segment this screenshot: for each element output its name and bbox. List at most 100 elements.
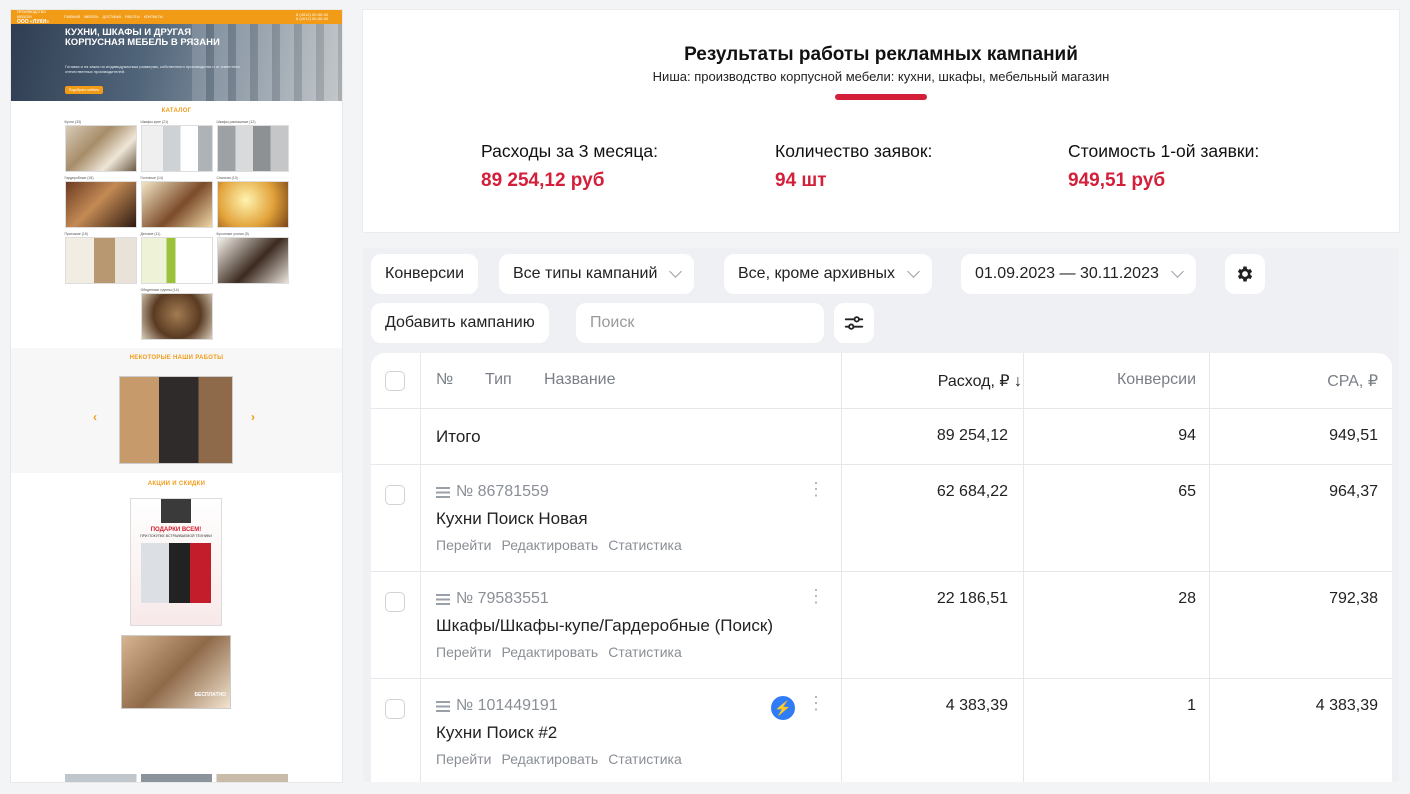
search-placeholder: Поиск — [590, 314, 635, 331]
link-open[interactable]: Перейти — [436, 537, 491, 553]
date-range-picker[interactable]: 01.09.2023 — 30.11.2023 — [961, 254, 1196, 294]
site-promo-banner-image — [141, 543, 211, 603]
catalog-item[interactable]: Шкафы распашные (12) — [216, 120, 289, 172]
total-label: Итого — [436, 427, 481, 446]
campaign-types-dropdown[interactable]: Все типы кампаний — [499, 254, 695, 294]
row-checkbox[interactable] — [385, 485, 405, 505]
metric-leads: Количество заявок: 94 шт — [775, 141, 932, 192]
search-input[interactable]: Поиск — [576, 303, 824, 343]
row-checkbox[interactable] — [385, 592, 405, 612]
add-campaign-label: Добавить кампанию — [385, 314, 535, 331]
conversions-button[interactable]: Конверсии — [371, 254, 479, 294]
row-cpa: 4 383,39 — [1315, 697, 1378, 714]
site-promo-banner-2[interactable]: БЕСПЛАТНО — [121, 635, 231, 709]
campaign-types-label: Все типы кампаний — [513, 265, 658, 282]
table-row: № 86781559 ⋮ Кухни Поиск Новая Перейти Р… — [371, 465, 1392, 572]
site-nav-item[interactable]: ДОСТАВКА — [103, 15, 122, 19]
add-campaign-button[interactable]: Добавить кампанию — [371, 303, 549, 343]
header-conversions[interactable]: Конверсии — [1117, 371, 1196, 389]
header-spend[interactable]: Расход, ₽ ↓ — [938, 371, 1022, 391]
site-bottom-photos — [65, 774, 288, 782]
metric-cpl-value: 949,51 руб — [1068, 170, 1166, 191]
row-checkbox[interactable] — [385, 699, 405, 719]
chevron-left-icon[interactable]: ‹ — [93, 410, 97, 424]
table-row: № 79583551 ⋮ Шкафы/Шкафы-купе/Гардеробны… — [371, 572, 1392, 679]
header-number[interactable]: № — [436, 371, 453, 389]
settings-button[interactable] — [1225, 254, 1265, 294]
row-conversions: 1 — [1187, 697, 1196, 714]
header-cpa[interactable]: CPA, ₽ — [1327, 371, 1378, 391]
chevron-right-icon[interactable]: › — [251, 410, 255, 424]
site-hero-button[interactable]: Подобрать мебель — [65, 86, 103, 94]
campaign-name[interactable]: Шкафы/Шкафы-купе/Гардеробные (Поиск) — [436, 616, 773, 636]
filter-button[interactable] — [834, 303, 874, 343]
campaign-name[interactable]: Кухни Поиск Новая — [436, 509, 588, 529]
row-cpa: 964,37 — [1329, 483, 1378, 500]
header-name[interactable]: Название — [544, 371, 616, 389]
catalog-item[interactable]: Прихожие (15) — [64, 232, 137, 284]
lex-logo — [161, 499, 191, 523]
archive-filter-dropdown[interactable]: Все, кроме архивных — [724, 254, 932, 294]
catalog-item-photo — [140, 181, 213, 228]
campaigns-table: № Тип Название Расход, ₽ ↓ Конверсии CPA… — [371, 353, 1392, 782]
link-open[interactable]: Перейти — [436, 644, 491, 660]
site-catalog-grid: Кухни (33) Шкафы-купе (21) Шкафы распашные… — [11, 120, 342, 340]
more-icon[interactable]: ⋮ — [807, 587, 825, 605]
total-conversions: 94 — [1178, 427, 1196, 444]
catalog-item-photo — [140, 125, 213, 172]
link-edit[interactable]: Редактировать — [501, 644, 598, 660]
catalog-item[interactable]: Кухонные уголки (9) — [216, 232, 289, 284]
site-logo[interactable]: ПРОИЗВОДСТВО МЕБЕЛИ ООО «ЛУКИ» — [17, 10, 59, 25]
campaign-id[interactable]: № 86781559 — [436, 483, 549, 501]
select-all-checkbox[interactable] — [385, 371, 405, 391]
campaign-name[interactable]: Кухни Поиск #2 — [436, 723, 557, 743]
catalog-item[interactable]: Обеденные группы (14) — [140, 288, 213, 340]
catalog-item[interactable]: Шкафы-купе (21) — [140, 120, 213, 172]
link-stats[interactable]: Статистика — [608, 751, 682, 767]
catalog-item-photo — [216, 125, 289, 172]
campaign-id-value: № 79583551 — [456, 590, 549, 607]
metric-spend-label: Расходы за 3 месяца: — [481, 141, 658, 161]
site-phone[interactable]: 8 (4912) 00-00-00 — [296, 17, 336, 21]
catalog-item[interactable]: Детские (11) — [140, 232, 213, 284]
campaign-links: Перейти Редактировать Статистика — [436, 751, 682, 767]
site-nav-item[interactable]: ГЛАВНАЯ — [64, 15, 80, 19]
metric-spend-value: 89 254,12 руб — [481, 170, 605, 191]
link-stats[interactable]: Статистика — [608, 644, 682, 660]
table-header: № Тип Название Расход, ₽ ↓ Конверсии CPA… — [371, 353, 1392, 409]
site-promo-banner[interactable]: ПОДАРКИ ВСЕМ! ПРИ ПОКУПКЕ ВСТРАИВАЕМОЙ Т… — [130, 498, 222, 626]
campaign-id[interactable]: № 79583551 — [436, 590, 549, 608]
text-campaign-icon — [436, 700, 450, 712]
site-nav-item[interactable]: РАБОТЫ — [125, 15, 140, 19]
catalog-item-photo — [140, 293, 213, 340]
header-type[interactable]: Тип — [485, 371, 512, 389]
sliders-icon — [844, 316, 864, 330]
site-promo-title: АКЦИИ И СКИДКИ — [147, 481, 206, 487]
link-edit[interactable]: Редактировать — [501, 537, 598, 553]
campaign-links: Перейти Редактировать Статистика — [436, 537, 682, 553]
site-hero: КУХНИ, ШКАФЫ И ДРУГАЯ КОРПУСНАЯ МЕБЕЛЬ В… — [11, 24, 342, 101]
site-nav-item[interactable]: КОНТАКТЫ — [144, 15, 163, 19]
lightning-icon[interactable]: ⚡ — [771, 696, 795, 720]
more-icon[interactable]: ⋮ — [807, 480, 825, 498]
catalog-item[interactable]: Гостиные (14) — [140, 176, 213, 228]
site-catalog: КАТАЛОГ Кухни (33) Шкафы-купе (21) Шкафы р… — [11, 101, 342, 340]
catalog-item[interactable]: Кухни (33) — [64, 120, 137, 172]
catalog-item[interactable]: Спальни (10) — [216, 176, 289, 228]
results-card: Результаты работы рекламных кампаний Ниш… — [363, 10, 1399, 232]
site-topbar: ПРОИЗВОДСТВО МЕБЕЛИ ООО «ЛУКИ» ГЛАВНАЯ М… — [11, 10, 342, 24]
link-stats[interactable]: Статистика — [608, 537, 682, 553]
link-open[interactable]: Перейти — [436, 751, 491, 767]
metric-cpl: Стоимость 1-ой заявки: 949,51 руб — [1068, 141, 1259, 192]
total-spend: 89 254,12 — [936, 427, 1008, 444]
catalog-item[interactable]: Гардеробные (18) — [64, 176, 137, 228]
campaign-id[interactable]: № 101449191 — [436, 697, 558, 715]
link-edit[interactable]: Редактировать — [501, 751, 598, 767]
more-icon[interactable]: ⋮ — [807, 694, 825, 712]
website-preview: ПРОИЗВОДСТВО МЕБЕЛИ ООО «ЛУКИ» ГЛАВНАЯ М… — [11, 10, 342, 782]
campaign-links: Перейти Редактировать Статистика — [436, 644, 682, 660]
campaign-id-value: № 86781559 — [456, 483, 549, 500]
row-spend: 22 186,51 — [936, 590, 1008, 607]
site-nav-item[interactable]: МЕБЕЛЬ — [84, 15, 98, 19]
row-conversions: 28 — [1178, 590, 1196, 607]
